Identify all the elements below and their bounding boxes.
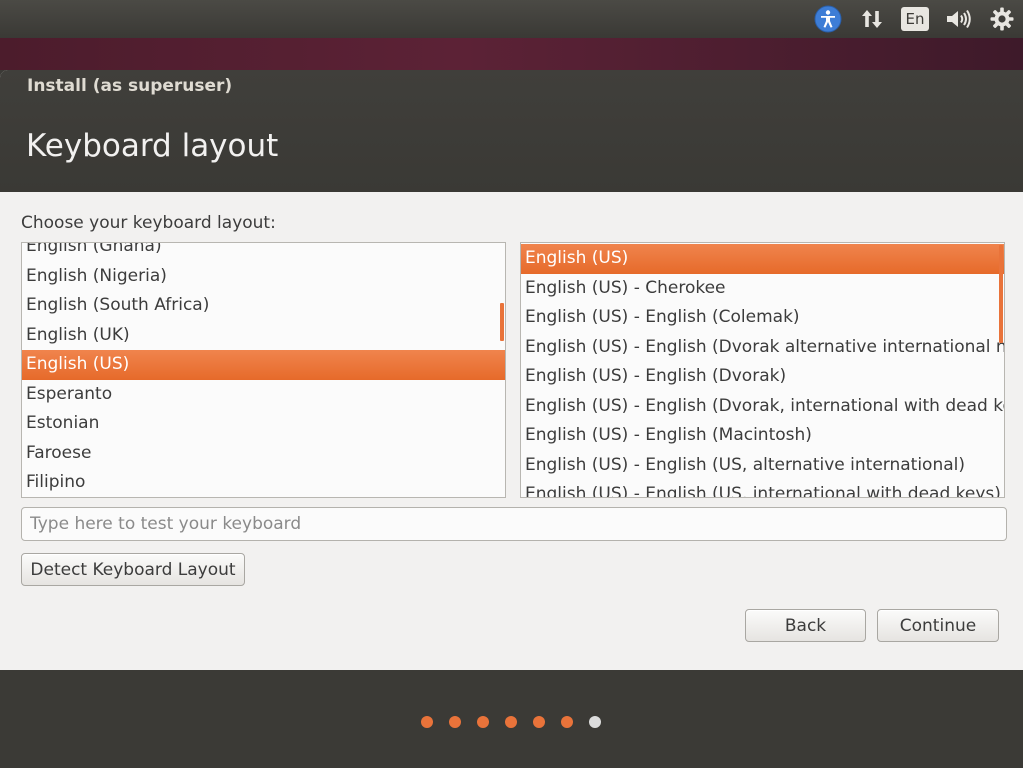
variant-list-item[interactable]: English (US) - English (US, alternative …: [521, 451, 1004, 481]
accessibility-icon[interactable]: [812, 4, 844, 34]
variant-list-item[interactable]: English (US) - English (Dvorak): [521, 362, 1004, 392]
keyboard-indicator-label: En: [901, 7, 929, 31]
progress-dot: [421, 716, 433, 728]
keyboard-layout-list-items: English (Ghana) English (Nigeria) English …: [22, 243, 505, 497]
layout-list-item[interactable]: Esperanto: [22, 380, 505, 410]
variant-list-item-selected[interactable]: English (US): [521, 244, 1004, 274]
layout-list-item[interactable]: Faroese: [22, 439, 505, 469]
variant-list-item[interactable]: English (US) - English (Dvorak, internat…: [521, 392, 1004, 422]
settings-gear-icon[interactable]: [986, 4, 1018, 34]
detect-keyboard-layout-button[interactable]: Detect Keyboard Layout: [21, 553, 245, 586]
continue-button[interactable]: Continue: [877, 609, 999, 642]
layout-list-item[interactable]: English (UK): [22, 321, 505, 351]
back-button[interactable]: Back: [745, 609, 866, 642]
variant-list-item[interactable]: English (US) - English (Colemak): [521, 303, 1004, 333]
layout-prompt-label: Choose your keyboard layout:: [21, 213, 276, 233]
layout-list-item[interactable]: English (South Africa): [22, 291, 505, 321]
installer-progress-dots: [421, 715, 601, 729]
network-arrows-icon[interactable]: [856, 4, 888, 34]
volume-icon[interactable]: [942, 4, 974, 34]
layout-list-item[interactable]: English (Ghana): [22, 243, 505, 262]
desktop-wallpaper-band: [0, 38, 1023, 70]
window-header: Install (as superuser) Keyboard layout: [0, 70, 1023, 192]
keyboard-variant-list[interactable]: English (US) English (US) - Cherokee Engli…: [520, 242, 1005, 498]
variant-list-item[interactable]: English (US) - Cherokee: [521, 274, 1004, 304]
progress-dot-current: [589, 716, 601, 728]
layout-list-item[interactable]: Estonian: [22, 409, 505, 439]
layout-list-item-selected[interactable]: English (US): [22, 350, 505, 380]
progress-dot: [533, 716, 545, 728]
layout-list-scrollbar[interactable]: [500, 303, 504, 341]
layout-list-item[interactable]: Filipino: [22, 468, 505, 497]
progress-dot: [449, 716, 461, 728]
installer-window: Install (as superuser) Keyboard layout C…: [0, 70, 1023, 670]
variant-list-item[interactable]: English (US) - English (Dvorak alternati…: [521, 333, 1004, 363]
keyboard-test-input[interactable]: [21, 507, 1007, 541]
keyboard-indicator[interactable]: En: [899, 4, 931, 34]
variant-list-item[interactable]: English (US) - English (US, internationa…: [521, 480, 1004, 497]
keyboard-variant-list-items: English (US) English (US) - Cherokee Engli…: [521, 244, 1004, 497]
variant-list-item[interactable]: English (US) - English (Macintosh): [521, 421, 1004, 451]
variant-list-scrollbar[interactable]: [999, 245, 1003, 343]
keyboard-layout-list[interactable]: English (Ghana) English (Nigeria) English …: [21, 242, 506, 498]
progress-dot: [561, 716, 573, 728]
progress-dot: [477, 716, 489, 728]
top-panel: En: [0, 0, 1023, 38]
progress-dot: [505, 716, 517, 728]
page-title: Keyboard layout: [26, 128, 279, 164]
window-title: Install (as superuser): [27, 76, 233, 96]
layout-list-item[interactable]: English (Nigeria): [22, 262, 505, 292]
